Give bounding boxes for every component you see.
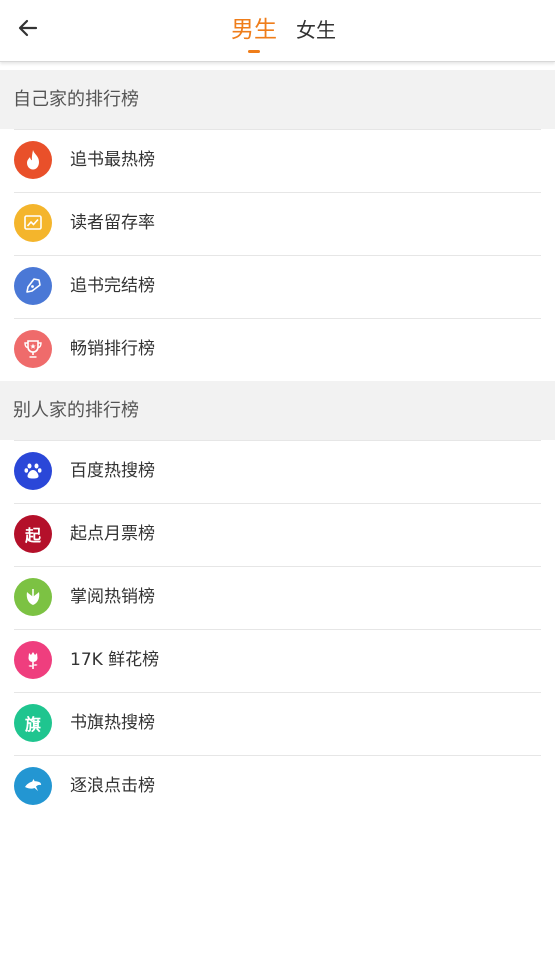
pen-nib-icon — [14, 267, 52, 305]
active-tab-indicator — [248, 50, 260, 53]
app-header: 男生 女生 — [0, 0, 555, 62]
list-item-label: 追书最热榜 — [70, 150, 155, 170]
shuqi-glyph: 旗 — [24, 715, 41, 734]
list-item-label: 掌阅热销榜 — [70, 587, 155, 607]
list-item-zhuishu-hot[interactable]: 追书最热榜 — [0, 129, 555, 192]
list-item-reader-retention[interactable]: 读者留存率 — [0, 192, 555, 255]
list-item-label: 书旗热搜榜 — [70, 713, 155, 733]
chart-card-icon — [14, 204, 52, 242]
list-item-zhangyue[interactable]: 掌阅热销榜 — [0, 566, 555, 629]
baidu-paw-icon — [14, 452, 52, 490]
list-item-qidian[interactable]: 起 起点月票榜 — [0, 503, 555, 566]
flame-icon — [14, 141, 52, 179]
list-item-label: 17K 鲜花榜 — [70, 650, 160, 670]
list-item-bestseller[interactable]: 畅销排行榜 — [0, 318, 555, 381]
list-item-shuqi[interactable]: 旗 书旗热搜榜 — [0, 692, 555, 755]
list-item-label: 逐浪点击榜 — [70, 776, 155, 796]
list-item-label: 起点月票榜 — [70, 524, 155, 544]
qidian-icon: 起 — [14, 515, 52, 553]
list-item-label: 追书完结榜 — [70, 276, 155, 296]
zhangyue-leaf-icon — [14, 578, 52, 616]
gender-tabs: 男生 女生 — [0, 0, 555, 62]
list-item-label: 读者留存率 — [70, 213, 155, 233]
list-item-17k[interactable]: 17K 鲜花榜 — [0, 629, 555, 692]
section-header-own: 自己家的排行榜 — [0, 70, 555, 129]
trophy-icon — [14, 330, 52, 368]
list-item-label: 畅销排行榜 — [70, 339, 155, 359]
shuqi-icon: 旗 — [14, 704, 52, 742]
list-item-baidu[interactable]: 百度热搜榜 — [0, 440, 555, 503]
tab-male[interactable]: 男生 — [231, 14, 277, 48]
list-item-label: 百度热搜榜 — [70, 461, 155, 481]
dolphin-icon — [14, 767, 52, 805]
section-header-others: 别人家的排行榜 — [0, 381, 555, 440]
ranking-list: 自己家的排行榜 追书最热榜 读者留存率 追书完结榜 畅销排行榜 别人家的排行榜 … — [0, 70, 555, 818]
flower-icon — [14, 641, 52, 679]
qidian-glyph: 起 — [24, 526, 41, 545]
list-item-zhulang[interactable]: 逐浪点击榜 — [0, 755, 555, 818]
list-item-completed[interactable]: 追书完结榜 — [0, 255, 555, 318]
tab-female[interactable]: 女生 — [296, 14, 336, 48]
